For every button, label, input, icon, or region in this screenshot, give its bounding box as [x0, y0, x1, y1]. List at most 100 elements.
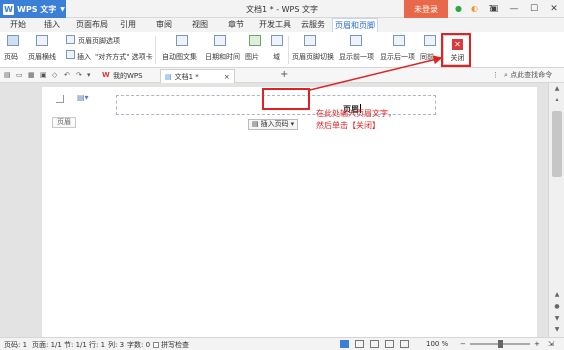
- picture-icon[interactable]: [249, 35, 261, 46]
- tab-developer[interactable]: 开发工具: [257, 18, 293, 32]
- maximize-icon[interactable]: ☐: [524, 0, 544, 18]
- my-wps-tab[interactable]: 我的WPS: [113, 71, 143, 81]
- new-tab-icon[interactable]: +: [280, 69, 288, 80]
- annotation-line-1: 在此处输入页眉文字，: [316, 109, 396, 118]
- same-as-previous-button[interactable]: 同前: [420, 52, 434, 62]
- field-button[interactable]: 域: [273, 52, 280, 62]
- insert-icon[interactable]: [66, 50, 75, 59]
- status-bar: 页码: 1 页面: 1/1 节: 1/1 行: 1 列: 3 字数: 0 拼写检…: [0, 337, 564, 350]
- status-row: 行: 1: [89, 341, 106, 349]
- tab-header-footer[interactable]: 页眉和页脚: [332, 18, 378, 32]
- search-icon: ⌕: [504, 71, 508, 79]
- document-icon: ▤: [165, 72, 172, 81]
- scroll-up-icon[interactable]: ▲: [552, 85, 562, 95]
- tab-view[interactable]: 视图: [188, 18, 212, 32]
- next-page-icon[interactable]: ▼: [552, 315, 562, 325]
- status-words[interactable]: 字数: 0: [127, 340, 150, 350]
- web-view-icon[interactable]: [370, 340, 379, 348]
- close-tab-icon[interactable]: ×: [224, 71, 230, 83]
- dropdown-icon[interactable]: ▾: [87, 71, 91, 79]
- outline-view-icon[interactable]: [355, 340, 364, 348]
- spell-check-toggle[interactable]: 拼写检查: [153, 340, 189, 350]
- scroll-down-icon[interactable]: ▼: [552, 326, 562, 336]
- switch-header-footer-icon[interactable]: [304, 35, 316, 46]
- page-layout-icon[interactable]: ▤▾: [77, 93, 89, 102]
- format-painter-icon[interactable]: ◇: [52, 71, 57, 79]
- menu-grid-icon[interactable]: ⋮: [492, 71, 499, 79]
- margin-corner: [56, 95, 64, 103]
- page-number-icon[interactable]: [7, 35, 19, 46]
- status-section: 节: 1/1: [64, 341, 87, 349]
- picture-button[interactable]: 图片: [245, 52, 259, 62]
- tab-cloud-service[interactable]: 云服务: [298, 18, 328, 32]
- tab-insert[interactable]: 插入: [40, 18, 64, 32]
- insert-page-number-button[interactable]: ▤ 插入页码 ▾: [248, 119, 299, 130]
- title-bar: W WPS 文字 ▼ 文档1 * - WPS 文字 未登录 ● ◐ ? ▣ — …: [0, 0, 564, 18]
- instruction-annotation: 在此处输入页眉文字， 然后单击【关闭】: [316, 108, 396, 132]
- find-command-box[interactable]: ⌕ 点此查找命令: [504, 70, 552, 80]
- header-footer-options-icon[interactable]: [66, 35, 75, 44]
- show-previous-button[interactable]: 显示前一项: [339, 52, 374, 62]
- tab-chapter[interactable]: 章节: [224, 18, 248, 32]
- select-browse-icon[interactable]: ●: [552, 303, 562, 313]
- find-command-label: 点此查找命令: [510, 71, 553, 79]
- date-time-icon[interactable]: [214, 35, 226, 46]
- zoom-slider[interactable]: [470, 340, 530, 348]
- annotation-line-2: 然后单击【关闭】: [316, 121, 380, 130]
- tab-page-layout[interactable]: 页面布局: [74, 18, 110, 32]
- header-footer-options-button[interactable]: 页眉页脚选项: [78, 36, 120, 46]
- open-icon[interactable]: ▭: [16, 71, 23, 79]
- tab-references[interactable]: 引用: [116, 18, 140, 32]
- status-pages: 页面: 1/1: [32, 341, 62, 349]
- same-as-previous-icon[interactable]: [424, 35, 436, 46]
- auto-text-icon[interactable]: [176, 35, 188, 46]
- tab-review[interactable]: 审阅: [152, 18, 176, 32]
- zoom-in-icon[interactable]: +: [534, 340, 540, 348]
- scroll-page-up-icon[interactable]: ▴: [552, 96, 562, 106]
- redo-icon[interactable]: ↷: [76, 71, 82, 79]
- skin-icon[interactable]: ◐: [468, 2, 481, 15]
- document-tab-bar: ▤ ▭ ▦ ▣ ◇ ↶ ↷ ▾ W 我的WPS ▤ 文档1 * × + ⋮ ⌕ …: [0, 68, 564, 83]
- login-button[interactable]: 未登录: [404, 0, 448, 18]
- print-icon[interactable]: ▦: [28, 71, 35, 79]
- close-window-icon[interactable]: ✕: [544, 0, 564, 18]
- minimize-icon[interactable]: —: [504, 0, 524, 18]
- vertical-scrollbar[interactable]: ▲ ▴ ▲ ● ▼ ▼: [548, 83, 564, 337]
- undo-icon[interactable]: ↶: [64, 71, 70, 79]
- scroll-thumb[interactable]: [552, 111, 562, 177]
- spell-check-checkbox: [153, 342, 159, 348]
- auto-text-button[interactable]: 自动图文集: [162, 52, 197, 62]
- security-icon[interactable]: ●: [452, 2, 465, 15]
- view-buttons: [340, 340, 409, 348]
- switch-header-footer-button[interactable]: 页眉页脚切换: [292, 52, 334, 62]
- date-time-button[interactable]: 日期和时间: [205, 52, 240, 62]
- zoom-slider-knob[interactable]: [498, 340, 503, 348]
- zoom-level[interactable]: 100 %: [426, 340, 448, 348]
- show-next-button[interactable]: 显示后一项: [380, 52, 415, 62]
- header-line-icon[interactable]: [36, 35, 48, 46]
- feedback-icon[interactable]: ▣: [484, 0, 504, 18]
- page-number-button[interactable]: 页码: [4, 52, 18, 62]
- status-col: 列: 3: [108, 341, 125, 349]
- full-screen-icon[interactable]: [400, 340, 409, 348]
- align-tab-button[interactable]: "对齐方式" 选项卡: [95, 52, 153, 62]
- reading-view-icon[interactable]: [385, 340, 394, 348]
- page-view-icon[interactable]: [340, 340, 349, 348]
- wps-red-icon: W: [102, 71, 110, 79]
- document-tab[interactable]: ▤ 文档1 * ×: [160, 69, 235, 83]
- document-area: ▤▾ 页眉 页眉 ▤ 插入页码 ▾: [0, 83, 548, 337]
- page-number-icon-small: ▤: [252, 120, 259, 128]
- expand-icon[interactable]: ⇲: [548, 340, 554, 348]
- prev-page-icon[interactable]: ▲: [552, 291, 562, 301]
- page[interactable]: ▤▾ 页眉 页眉 ▤ 插入页码 ▾: [42, 87, 537, 337]
- header-line-button[interactable]: 页眉横线: [28, 52, 56, 62]
- tab-home[interactable]: 开始: [6, 18, 30, 32]
- show-previous-icon[interactable]: [350, 35, 362, 46]
- field-icon[interactable]: [271, 35, 283, 46]
- zoom-out-icon[interactable]: −: [460, 340, 466, 348]
- header-text-highlight-box: [262, 88, 310, 110]
- print-preview-icon[interactable]: ▣: [40, 71, 47, 79]
- insert-button[interactable]: 插入: [77, 52, 91, 62]
- show-next-icon[interactable]: [393, 35, 405, 46]
- save-icon[interactable]: ▤: [4, 71, 11, 79]
